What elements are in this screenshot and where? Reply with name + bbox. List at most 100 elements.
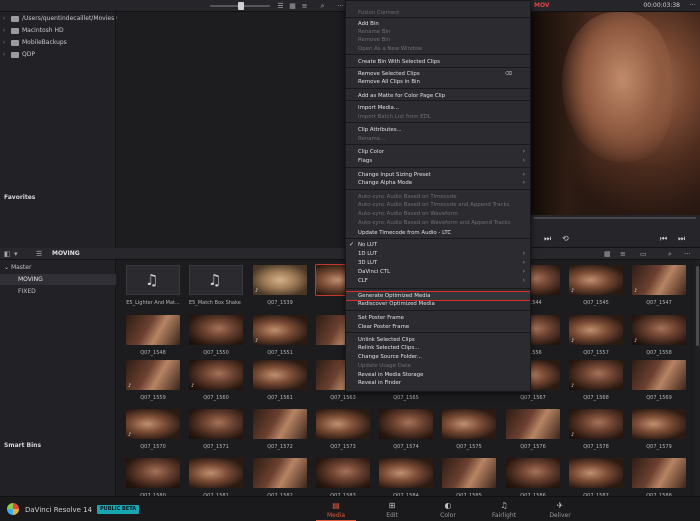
menu-item[interactable]: Remove Selected Clips ⌫ [346, 70, 530, 78]
chevron-right-icon[interactable]: › [3, 26, 8, 36]
menu-item[interactable]: CLF › [346, 277, 530, 285]
clip-thumbnail[interactable] [506, 458, 560, 488]
loop-icon[interactable]: ⟲ [562, 234, 569, 244]
scrollbar-thumb[interactable] [696, 266, 699, 346]
list-view-icon[interactable]: ☰ [276, 2, 285, 10]
clip-grid-scrollbar[interactable] [695, 260, 700, 496]
menu-item[interactable]: Reveal in Media Storage [346, 371, 530, 379]
clip-item[interactable]: Q07_1581 [189, 458, 243, 496]
clip-thumbnail[interactable]: ♪ [569, 409, 623, 439]
clip-thumbnail[interactable] [442, 409, 496, 439]
menu-item[interactable]: Clip Color › [346, 148, 530, 156]
menu-item[interactable]: Remove All Clips in Bin [346, 78, 530, 86]
clip-item[interactable]: ♪ Q07_1568 [569, 360, 623, 401]
clip-item[interactable]: Q07_1571 [189, 409, 243, 450]
clip-thumbnail[interactable] [379, 409, 433, 439]
clip-thumbnail[interactable]: ♪ [632, 315, 686, 345]
scrubber-track[interactable] [534, 217, 696, 219]
clip-thumbnail[interactable] [189, 315, 243, 345]
audio-clip-thumbnail[interactable]: ♫ [126, 265, 180, 295]
clip-thumbnail[interactable] [442, 458, 496, 488]
more-options-icon[interactable]: ··· [684, 250, 691, 258]
tab-deliver[interactable]: ✈ Deliver [532, 497, 588, 521]
clip-item[interactable]: Q07_1569 [632, 360, 686, 401]
menu-item[interactable]: Add Bin [346, 20, 530, 28]
menu-item[interactable]: Change Alpha Mode › [346, 179, 530, 187]
clip-item[interactable]: Q07_1584 [379, 458, 433, 496]
clip-thumbnail[interactable] [569, 458, 623, 488]
clip-item[interactable]: ♪ Q07_1547 [632, 265, 686, 306]
bin-item[interactable]: FIXED [0, 286, 116, 297]
clip-thumbnail[interactable] [632, 458, 686, 488]
clip-item[interactable]: Q07_1586 [506, 458, 560, 496]
chevron-down-icon[interactable]: ⌄ [4, 264, 9, 271]
clip-item[interactable]: ♪ Q07_1545 [569, 265, 623, 306]
search-icon[interactable]: ⌕ [668, 250, 672, 258]
clip-thumbnail[interactable] [126, 315, 180, 345]
clip-item[interactable]: Q07_1585 [442, 458, 496, 496]
clip-thumbnail[interactable] [316, 409, 370, 439]
search-icon[interactable]: ⌕ [318, 2, 327, 10]
menu-item[interactable]: DaVinci CTL › [346, 268, 530, 276]
chevron-right-icon[interactable]: › [3, 38, 8, 48]
clip-thumbnail[interactable]: ♪ [126, 409, 180, 439]
clip-thumbnail[interactable] [632, 360, 686, 390]
clip-thumbnail[interactable] [189, 458, 243, 488]
storage-item[interactable]: › MobileBackups [3, 38, 67, 48]
filmstrip-view-icon[interactable]: ▭ [640, 250, 647, 258]
menu-item[interactable]: 1D LUT › [346, 250, 530, 258]
clip-item[interactable]: Q07_1583 [316, 458, 370, 496]
storage-item[interactable]: › QDP [3, 50, 35, 60]
clip-item[interactable]: Q07_1550 [189, 315, 243, 356]
clip-thumbnail[interactable]: ♪ [569, 265, 623, 295]
grid-view-icon[interactable]: ▦ [604, 250, 611, 258]
clip-item[interactable]: Q07_1561 [253, 360, 307, 401]
menu-item[interactable]: Unlink Selected Clips [346, 336, 530, 344]
menu-item[interactable]: Change Source Folder... [346, 353, 530, 361]
menu-item-generate-optimized-media[interactable]: Generate Optimized Media [346, 291, 530, 301]
play-forward-icon[interactable]: ⏭ [544, 234, 551, 244]
menu-item[interactable]: Add as Matte for Color Page Clip [346, 92, 530, 100]
clip-thumbnail[interactable]: ♪ [253, 315, 307, 345]
menu-item[interactable]: Reveal in Finder [346, 379, 530, 387]
audio-clip-thumbnail[interactable]: ♫ [189, 265, 243, 295]
chevron-right-icon[interactable]: › [3, 50, 8, 60]
clip-thumbnail[interactable]: ♪ [632, 265, 686, 295]
clip-item[interactable]: Q07_1582 [253, 458, 307, 496]
clip-item[interactable]: ♪ Q07_1570 [126, 409, 180, 450]
tab-fairlight[interactable]: ♫ Fairlight [476, 497, 532, 521]
viewer-scrubber[interactable] [530, 215, 700, 231]
menu-item[interactable]: Set Poster Frame [346, 314, 530, 322]
clip-thumbnail[interactable] [253, 458, 307, 488]
clip-thumbnail[interactable] [253, 409, 307, 439]
clip-thumbnail[interactable] [253, 360, 307, 390]
clip-item[interactable]: Q07_1580 [126, 458, 180, 496]
clip-item[interactable]: ♪ Q07_1551 [253, 315, 307, 356]
chevron-right-icon[interactable]: › [3, 14, 8, 24]
clip-thumbnail[interactable] [632, 409, 686, 439]
storage-item[interactable]: › /Users/quentindecaillet/Movies (U... [3, 14, 129, 24]
clip-item[interactable]: ♪ Q07_1557 [569, 315, 623, 356]
clip-item[interactable]: ♪ Q07_1578 [569, 409, 623, 450]
menu-item[interactable]: Import Media... [346, 104, 530, 112]
clip-item[interactable]: Q07_1572 [253, 409, 307, 450]
clip-item[interactable]: ♪ Q07_1560 [189, 360, 243, 401]
clip-item[interactable]: Q07_1548 [126, 315, 180, 356]
menu-item[interactable]: Clip Attributes... [346, 126, 530, 134]
clip-thumbnail[interactable] [316, 458, 370, 488]
clip-item[interactable]: Q07_1575 [442, 409, 496, 450]
tab-color[interactable]: ◐ Color [420, 497, 476, 521]
panel-toggle-icon[interactable]: ◧ [4, 250, 11, 258]
clip-item[interactable]: Q07_1576 [506, 409, 560, 450]
clip-item[interactable]: Q07_1579 [632, 409, 686, 450]
bin-master[interactable]: ⌄ Master [0, 262, 116, 273]
clip-item[interactable]: ♪ Q07_1559 [126, 360, 180, 401]
menu-item[interactable]: Rediscover Optimized Media [346, 300, 530, 308]
mark-in-icon[interactable]: ⏮ [660, 234, 667, 244]
more-options-icon[interactable]: ··· [336, 2, 345, 10]
list-view-icon[interactable]: ☰ [36, 250, 42, 258]
bin-item[interactable]: MOVING [0, 274, 116, 285]
tab-media[interactable]: ▤ Media [308, 497, 364, 521]
clip-item[interactable]: Q07_1588 [632, 458, 686, 496]
menu-item[interactable]: ✓ No LUT [346, 241, 530, 249]
